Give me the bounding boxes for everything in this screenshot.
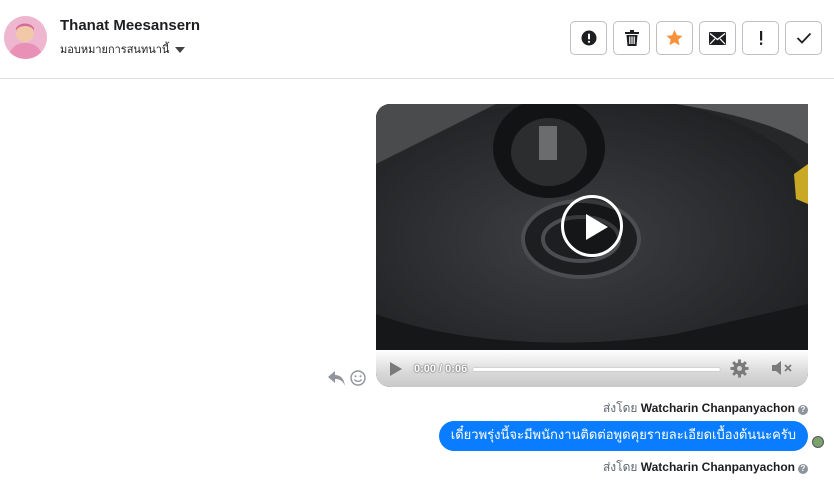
alert-circle-icon [581,30,596,46]
play-icon[interactable] [390,362,402,376]
video-controls: 0:00 / 0:06 [376,350,808,387]
emoji-react-icon[interactable] [350,370,366,386]
sender-name: Watcharin Chanpanyachon [640,401,795,415]
star-icon [666,30,683,46]
envelope-icon [709,31,726,45]
star-button[interactable] [656,21,693,55]
play-overlay-button[interactable] [561,195,623,257]
help-icon[interactable]: ? [798,464,808,474]
assign-label: มอบหมายการสนทนานี้ [60,43,170,56]
caret-down-icon [175,47,186,53]
sent-by-label: ส่งโดย Watcharin Chanpanyachon? [603,399,808,418]
contact-name[interactable]: Thanat Meesansern [60,17,200,34]
checkmark-icon [796,32,811,44]
conversation-toolbar [570,21,822,55]
mute-speaker-icon[interactable] [772,360,794,376]
trash-icon [624,30,639,46]
important-button[interactable] [742,21,779,55]
assign-conversation-dropdown[interactable]: มอบหมายการสนทนานี้ [60,40,186,58]
conversation-header: Thanat Meesansern มอบหมายการสนทนานี้ [0,0,834,79]
message-actions [328,370,366,386]
help-icon[interactable]: ? [798,405,808,415]
settings-gear-icon[interactable] [730,359,749,378]
reply-icon[interactable] [328,370,346,386]
delete-button[interactable] [613,21,650,55]
mark-unread-button[interactable] [699,21,736,55]
video-seek-bar[interactable] [473,368,720,371]
done-button[interactable] [785,21,822,55]
report-button[interactable] [570,21,607,55]
exclamation-icon [759,31,762,45]
message-bubble[interactable]: เดี๋ยวพรุ่งนี้จะมีพนักงานติดต่อพูดคุยราย… [438,421,808,451]
seen-avatar-icon [812,436,824,448]
avatar[interactable] [4,16,47,59]
sender-name: Watcharin Chanpanyachon [640,460,795,474]
video-time: 0:00 / 0:06 [414,363,468,375]
sent-by-label: ส่งโดย Watcharin Chanpanyachon? [603,458,808,477]
sent-by-prefix: ส่งโดย [602,460,638,474]
sent-by-prefix: ส่งโดย [602,401,638,415]
video-message[interactable]: 0:00 / 0:06 [376,104,808,387]
avatar-photo [4,16,47,59]
